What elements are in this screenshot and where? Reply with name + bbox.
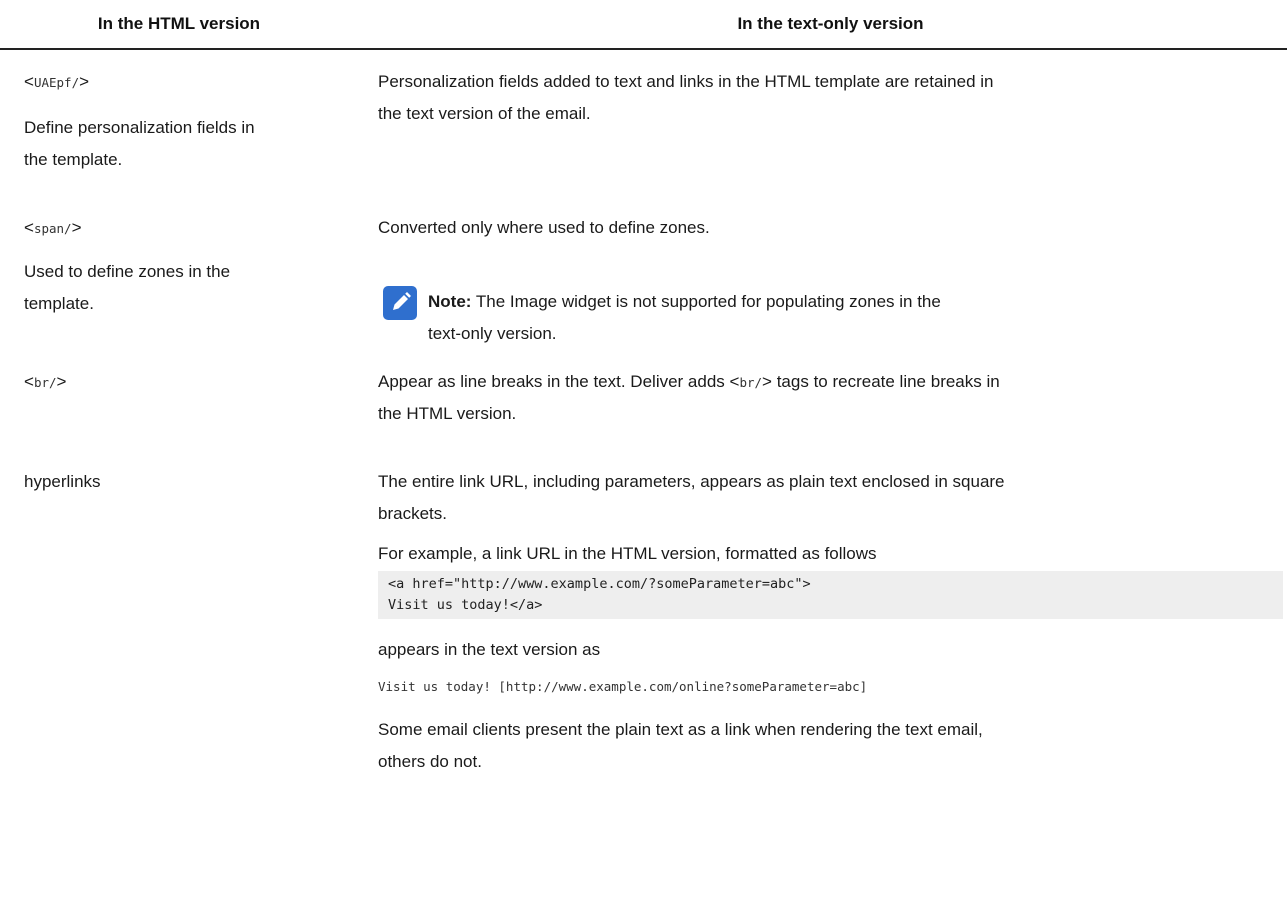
closing-line2: others do not.	[378, 752, 482, 771]
row-span-desc-line1: Used to define zones in the	[24, 262, 231, 281]
row-br-text-line2: the HTML version.	[378, 404, 517, 423]
row-hyperlinks-text-line2: brackets.	[378, 504, 447, 523]
row-span-text-line1: Converted only where used to define zone…	[378, 218, 710, 237]
pencil-icon	[383, 286, 417, 320]
row-uaepf-text-line1: Personalization fields added to text and…	[378, 72, 994, 91]
comparison-table: In the HTML version In the text-only ver…	[0, 0, 1287, 901]
code-line-2: Visit us today!</a>	[388, 597, 543, 613]
code-line-1: <a href="http://www.example.com/?somePar…	[388, 576, 811, 592]
row-br-tag: <br/>	[24, 372, 67, 391]
column-header-html: In the HTML version	[97, 14, 261, 33]
row-uaepf-desc-line1: Define personalization fields in	[24, 118, 255, 137]
row-br-text-line1: Appear as line breaks in the text. Deliv…	[378, 372, 1000, 391]
note-text: The Image widget is not supported for po…	[475, 292, 941, 311]
note-label: Note:	[428, 292, 472, 311]
inline-br-code: br/	[739, 375, 763, 390]
row-span-tag: <span/>	[24, 218, 82, 237]
row-uaepf-desc-line2: the template.	[24, 150, 123, 169]
note-line1: Note: The Image widget is not supported …	[428, 286, 941, 318]
row-uaepf-tag: <UAEpf/>	[24, 72, 90, 91]
example-intro: For example, a link URL in the HTML vers…	[378, 544, 877, 563]
row-hyperlinks-label: hyperlinks	[24, 472, 101, 491]
row-span-desc-line2: template.	[24, 294, 94, 313]
note-line2: text-only version.	[428, 324, 557, 343]
row-hyperlinks-text-line1: The entire link URL, including parameter…	[378, 472, 1005, 491]
closing-line1: Some email clients present the plain tex…	[378, 720, 983, 739]
html-code-block: <a href="http://www.example.com/?somePar…	[378, 571, 1283, 619]
header-rule	[0, 48, 1287, 50]
appears-text: appears in the text version as	[378, 640, 601, 659]
column-header-text-only: In the text-only version	[737, 14, 924, 33]
row-uaepf-text-line2: the text version of the email.	[378, 104, 591, 123]
text-version-example: Visit us today! [http://www.example.com/…	[378, 679, 868, 694]
